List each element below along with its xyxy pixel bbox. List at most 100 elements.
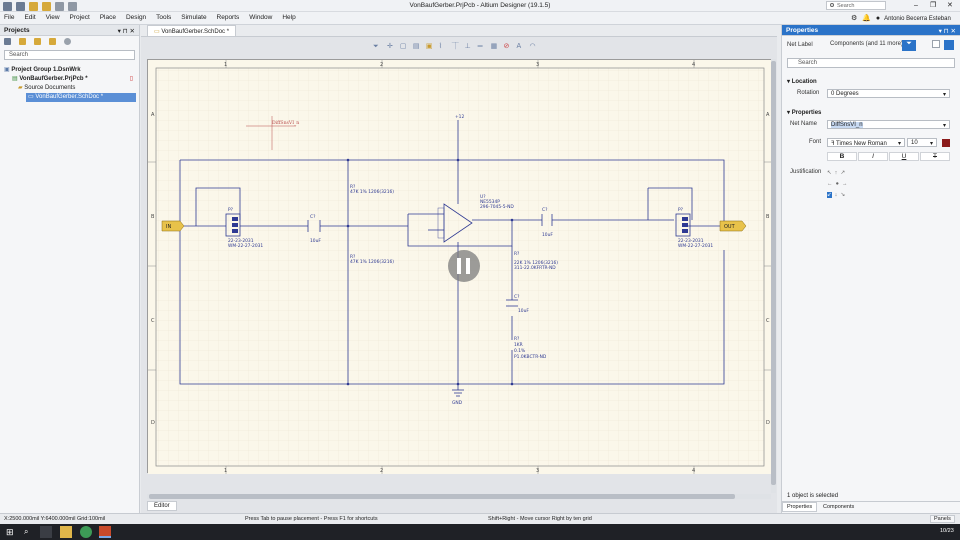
font-color-swatch[interactable] [942, 139, 950, 147]
arc-icon[interactable]: ◠ [529, 42, 540, 50]
menu-place[interactable]: Place [96, 12, 120, 21]
tree-item-source-documents[interactable]: ▰ Source Documents [0, 84, 139, 93]
folder-add-icon[interactable] [48, 38, 56, 45]
altium-icon[interactable] [99, 526, 111, 538]
font-size-select[interactable]: 10 ▾ [907, 138, 937, 147]
file-explorer-icon[interactable] [60, 526, 72, 538]
windows-start-icon[interactable]: ⊞ [6, 527, 14, 538]
schematic-sheet[interactable]: 1 2 3 4 1 2 3 4 A B C D A B C D IN OUT R… [147, 59, 772, 474]
panels-button[interactable]: Panels [930, 515, 955, 523]
schematic-icon: ▭ [154, 29, 160, 35]
task-view-icon[interactable] [40, 526, 52, 538]
menu-tools[interactable]: Tools [152, 12, 175, 21]
align-icon[interactable]: ▤ [413, 42, 424, 50]
justify-top-right-icon[interactable]: ↗ [840, 170, 845, 176]
menu-reports[interactable]: Reports [213, 12, 244, 21]
properties-search-input[interactable]: Search [787, 58, 955, 68]
tab-schdoc[interactable]: ▭ VonBaufGerber.SchDoc * [147, 25, 237, 36]
tree-item-project[interactable]: ▤ VonBaufGerber.PrjPcb * ▯ [0, 75, 139, 84]
schematic-canvas[interactable]: 1 2 3 4 1 2 3 4 A B C D A B C D IN OUT R… [148, 60, 772, 474]
document-modified-icon: ▯ [129, 76, 133, 82]
horizontal-scrollbar[interactable] [147, 494, 771, 499]
maximize-icon[interactable]: ❐ [930, 1, 936, 9]
section-properties-header[interactable]: ▾ Properties [782, 107, 960, 118]
menu-file[interactable]: File [0, 12, 18, 21]
tab-components[interactable]: Components [819, 503, 858, 511]
italic-button[interactable]: I [858, 152, 888, 161]
horizontal-scroll-thumb[interactable] [149, 494, 735, 499]
tab-properties[interactable]: Properties [782, 502, 818, 512]
component-value: P1.0KBCTR-ND [514, 354, 547, 360]
menu-help[interactable]: Help [278, 12, 299, 21]
properties-type-row: Net Label Components (and 11 more) ⏷ [782, 36, 960, 56]
bus-icon[interactable]: ═ [478, 43, 489, 50]
justify-top-center-icon[interactable]: ↑ [835, 170, 838, 176]
properties-bottom-tabs: Properties Components [782, 501, 960, 512]
directive-icon[interactable]: ⊘ [504, 42, 515, 50]
column-label: 1 [224, 62, 227, 68]
panel-menu-icon[interactable]: ▾ ⊓ ✕ [939, 27, 956, 35]
section-location-header[interactable]: ▾ Location [782, 76, 960, 87]
strikethrough-button[interactable]: T [920, 152, 950, 161]
power-port-icon[interactable]: ⊥ [465, 42, 476, 50]
tree-item-schdoc[interactable]: ▭ VonBaufGerber.SchDoc * [26, 93, 136, 102]
folder-icon[interactable] [33, 38, 41, 45]
properties-panel-header: Properties ▾ ⊓ ✕ [782, 25, 960, 36]
rotation-select[interactable]: 0 Degrees ▾ [827, 89, 950, 98]
chrome-icon[interactable] [80, 526, 92, 538]
menu-project[interactable]: Project [66, 12, 94, 21]
font-family-select[interactable]: ꟻ Times New Roman ▾ [827, 138, 905, 147]
save-icon[interactable] [4, 38, 11, 45]
tree-item-project-group[interactable]: ▣ Project Group 1.DsnWrk [0, 66, 139, 75]
bell-icon[interactable]: 🔔 [862, 15, 871, 22]
vertical-scrollbar[interactable] [771, 59, 776, 493]
menu-window[interactable]: Window [245, 12, 276, 21]
avatar[interactable]: ● [876, 15, 880, 22]
justify-top-left-icon[interactable]: ↖ [827, 170, 832, 176]
pcb-project-icon: ▤ [12, 76, 18, 82]
gear-icon[interactable]: ⚙ [851, 15, 857, 22]
menu-edit[interactable]: Edit [20, 12, 39, 21]
user-name[interactable]: Antonio Becerra Esteban [884, 16, 951, 22]
harness-icon[interactable]: ▦ [491, 42, 502, 50]
bold-button[interactable]: B [827, 152, 857, 161]
menu-simulate[interactable]: Simulate [177, 12, 210, 21]
panel-menu-icon[interactable]: ▾ ⊓ ✕ [118, 27, 135, 35]
text-icon[interactable]: A [516, 43, 527, 50]
justify-center-left-icon[interactable]: ← [827, 181, 833, 187]
filter-icon[interactable]: ⏷ [902, 40, 916, 51]
underline-button[interactable]: U [889, 152, 919, 161]
menu-bar: File Edit View Project Place Design Tool… [0, 12, 960, 25]
component-value: 1KR [514, 342, 523, 348]
justify-center-right-icon[interactable]: → [842, 181, 848, 187]
port-out[interactable]: OUT [719, 220, 747, 232]
justify-bottom-center-icon[interactable]: ↓ [835, 192, 838, 198]
net-label-icon[interactable]: ⏉ [452, 41, 463, 51]
pause-overlay-icon[interactable] [448, 250, 480, 282]
menu-design[interactable]: Design [122, 12, 150, 21]
justify-bottom-right-icon[interactable]: ↘ [840, 192, 845, 198]
vertical-scroll-thumb[interactable] [771, 61, 776, 485]
place-part-icon[interactable]: ▣ [426, 42, 437, 50]
move-icon[interactable]: ✛ [387, 42, 398, 50]
global-search-input[interactable]: Search [826, 1, 886, 10]
minimize-icon[interactable]: – [914, 2, 918, 9]
select-icon[interactable]: ▢ [400, 42, 411, 50]
wire-icon[interactable]: ⌇ [439, 42, 450, 50]
projects-search-input[interactable]: Search [4, 50, 135, 60]
select-object-icon[interactable] [944, 40, 954, 50]
close-icon[interactable]: ✕ [947, 1, 953, 9]
tab-editor[interactable]: Editor [147, 501, 177, 511]
status-hint-placement: Press Tab to pause placement - Press F1 … [245, 516, 378, 522]
net-name-input[interactable]: DiffSnsVI_n ▾ [827, 120, 950, 129]
menu-view[interactable]: View [42, 12, 64, 21]
search-icon[interactable]: ⌕ [24, 527, 28, 537]
justify-center-icon[interactable]: ● [836, 181, 839, 187]
row-label: D [151, 420, 155, 426]
port-in[interactable]: IN [161, 220, 185, 232]
copy-icon[interactable] [932, 40, 940, 48]
justify-bottom-left-icon[interactable]: ↙ [827, 192, 832, 198]
settings-icon[interactable] [63, 38, 71, 45]
filter-icon[interactable]: ⏷ [373, 43, 382, 51]
open-icon[interactable] [18, 38, 26, 45]
